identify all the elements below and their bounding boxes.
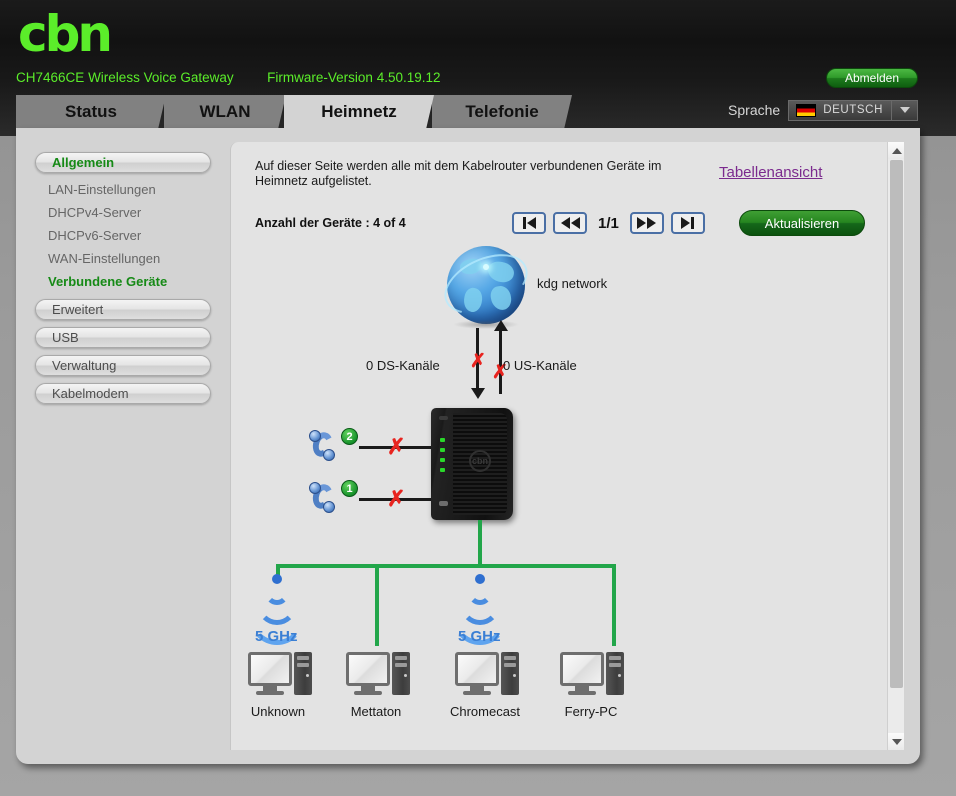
language-value: DEUTSCH (823, 104, 883, 116)
computer-icon-ferry-pc (560, 652, 624, 698)
sidebar-item-erweitert[interactable]: Erweitert (35, 299, 211, 320)
sidebar-item-lan-einstellungen[interactable]: LAN-Einstellungen (35, 178, 211, 201)
tab-wlan-label: WLAN (199, 102, 251, 121)
sidebar-item-usb[interactable]: USB (35, 327, 211, 348)
refresh-button[interactable]: Aktualisieren (739, 210, 865, 236)
tab-telefonie[interactable]: Telefonie (432, 95, 572, 128)
voice-line-2-error-icon: ✗ (387, 434, 406, 459)
lan-drop-mettaton (375, 564, 379, 646)
wifi-icon-chromecast (452, 572, 508, 645)
sidebar-item-dhcpv6-server[interactable]: DHCPv6-Server (35, 224, 211, 247)
sidebar-item-verwaltung[interactable]: Verwaltung (35, 355, 211, 376)
phone-icon-line2 (309, 429, 339, 461)
tab-status[interactable]: Status (16, 95, 166, 128)
language-selector[interactable]: Sprache DEUTSCH (728, 99, 918, 121)
scrollbar-thumb[interactable] (890, 160, 903, 688)
globe-shadow (453, 320, 519, 329)
firmware-label: Firmware-Version (267, 70, 373, 85)
model-number: CH7466CE (16, 70, 85, 85)
tab-heimnetz[interactable]: Heimnetz (284, 95, 434, 128)
lan-bus-line (276, 564, 616, 568)
pagination-controls: 1/1 (512, 212, 705, 234)
phone-icon-line1 (309, 481, 339, 513)
cable-router-icon: cbn (431, 408, 513, 520)
phone-line-badge-2: 2 (341, 428, 358, 445)
internet-globe-icon (435, 242, 537, 326)
device-model-line: CH7466CE Wireless Voice Gateway Firmware… (16, 70, 441, 85)
downstream-arrow-icon (471, 388, 485, 399)
page-description: Auf dieser Seite werden alle mit dem Kab… (255, 159, 662, 188)
device-count-label: Anzahl der Geräte : 4 of 4 (255, 216, 406, 230)
downstream-error-icon: ✗ (470, 351, 486, 372)
sidebar-item-wan-einstellungen[interactable]: WAN-Einstellungen (35, 247, 211, 270)
sidebar-item-verbundene-geraete[interactable]: Verbundene Geräte (35, 270, 211, 293)
de-flag-icon (796, 103, 817, 117)
language-dropdown[interactable]: DEUTSCH (788, 99, 918, 121)
device-label-unknown: Unknown (250, 704, 306, 719)
wifi-icon-unknown (249, 572, 305, 645)
downstream-label: 0 DS-Kanäle (366, 358, 440, 373)
sidebar-item-dhcpv4-server[interactable]: DHCPv4-Server (35, 201, 211, 224)
content-area: Auf dieser Seite werden alle mit dem Kab… (230, 142, 904, 750)
device-label-chromecast: Chromecast (449, 704, 521, 719)
sidebar: Allgemein LAN-Einstellungen DHCPv4-Serve… (16, 128, 230, 764)
network-topology-diagram: kdg network ✗ ✗ 0 DS-Kanäle 0 US-Kanäle … (231, 242, 891, 746)
computer-icon-unknown (248, 652, 312, 698)
lan-trunk-line (478, 520, 482, 568)
page-indicator: 1/1 (598, 214, 619, 232)
tab-status-label: Status (65, 102, 117, 121)
scroll-up-button[interactable] (888, 142, 904, 159)
device-label-mettaton: Mettaton (350, 704, 402, 719)
main-panel: Allgemein LAN-Einstellungen DHCPv4-Serve… (16, 128, 920, 764)
wifi-band-label-unknown: 5 GHz (255, 628, 298, 645)
phone-line-badge-1: 1 (341, 480, 358, 497)
wifi-band-label-chromecast: 5 GHz (458, 628, 501, 645)
next-page-button[interactable] (629, 212, 664, 234)
cbn-logo: cbn (18, 5, 113, 63)
computer-icon-mettaton (346, 652, 410, 698)
product-name: Wireless Voice Gateway (88, 70, 234, 85)
upstream-arrow-icon (494, 320, 508, 331)
content-scrollbar[interactable] (887, 142, 904, 750)
table-view-link[interactable]: Tabellenansicht (719, 164, 822, 181)
last-page-button[interactable] (670, 212, 705, 234)
voice-line-1-error-icon: ✗ (387, 486, 406, 511)
language-label: Sprache (728, 102, 781, 118)
header-band: cbn CH7466CE Wireless Voice Gateway Firm… (0, 0, 956, 136)
first-page-button[interactable] (512, 212, 546, 234)
sidebar-item-allgemein[interactable]: Allgemein (35, 152, 211, 173)
wan-network-label: kdg network (537, 276, 608, 291)
upstream-label: 0 US-Kanäle (503, 358, 577, 373)
device-label-ferry-pc: Ferry-PC (564, 704, 618, 719)
firmware-version: 4.50.19.12 (376, 70, 441, 85)
scroll-down-button[interactable] (888, 733, 904, 750)
logout-button[interactable]: Abmelden (826, 68, 918, 88)
tab-telefonie-label: Telefonie (465, 102, 539, 121)
sidebar-item-kabelmodem[interactable]: Kabelmodem (35, 383, 211, 404)
computer-icon-chromecast (455, 652, 519, 698)
lan-drop-ferrypc (612, 564, 616, 646)
tab-heimnetz-label: Heimnetz (321, 102, 397, 121)
tab-wlan[interactable]: WLAN (164, 95, 286, 128)
chevron-down-icon[interactable] (891, 99, 917, 121)
prev-page-button[interactable] (553, 212, 587, 234)
